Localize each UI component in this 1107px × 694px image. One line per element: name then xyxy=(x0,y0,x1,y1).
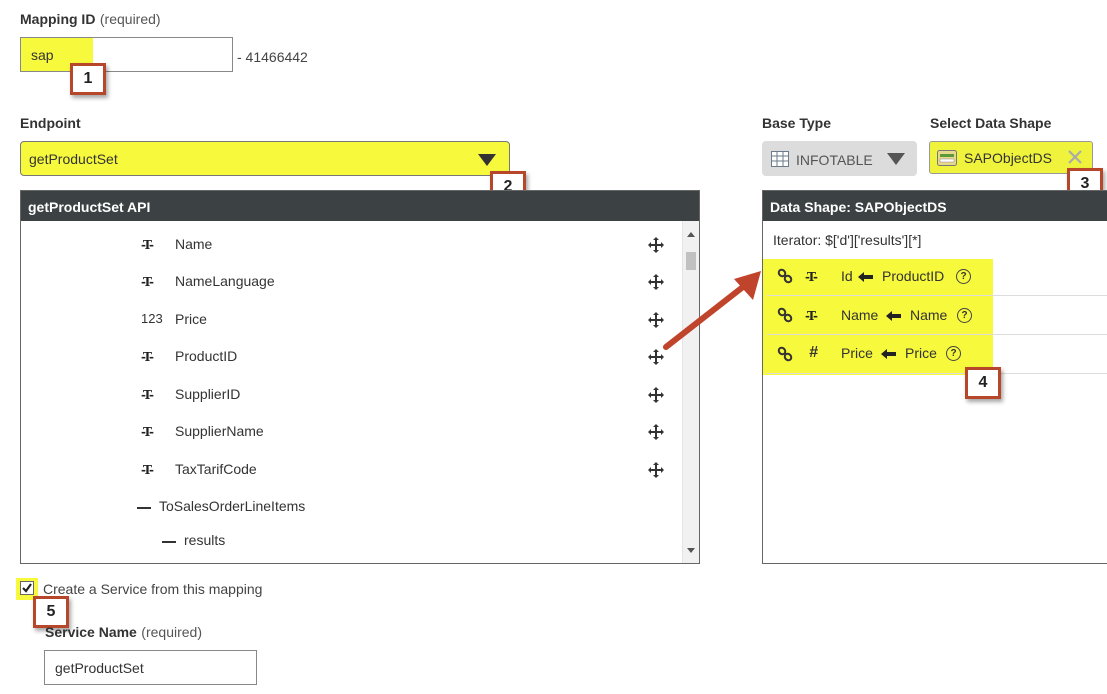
text-type-icon: -T- xyxy=(141,350,154,364)
text-type-icon: -T- xyxy=(805,309,818,323)
base-type-value: INFOTABLE xyxy=(796,152,873,168)
mapping-target: Price xyxy=(841,345,873,361)
mapping-target: Name xyxy=(841,307,879,323)
api-panel-title: getProductSet API xyxy=(21,191,699,221)
scroll-down-arrow[interactable] xyxy=(687,548,695,553)
text-type-icon: -T- xyxy=(141,388,154,402)
link-icon[interactable] xyxy=(777,346,793,362)
api-field-row[interactable]: -T- NameLanguage xyxy=(141,273,671,293)
move-icon[interactable] xyxy=(648,237,664,253)
chevron-down-icon xyxy=(887,153,905,165)
text-type-icon: -T- xyxy=(141,238,154,252)
mapping-target: Id xyxy=(841,268,853,284)
base-type-label: Base Type xyxy=(762,115,831,131)
help-icon[interactable]: ? xyxy=(946,346,961,361)
mapping-row[interactable]: # Price Price ? xyxy=(767,336,1107,374)
mapping-row[interactable]: -T- Id ProductID ? xyxy=(767,258,1107,296)
service-name-label: Service Name (required) xyxy=(45,624,202,640)
select-data-shape-label: Select Data Shape xyxy=(930,115,1052,131)
api-field-name: SupplierName xyxy=(175,423,264,439)
api-field-row[interactable]: -T- SupplierID xyxy=(141,386,671,406)
checkmark-icon xyxy=(22,583,32,593)
api-panel: getProductSet API -T- Name -T- NameLangu… xyxy=(20,190,700,564)
service-name-value: getProductSet xyxy=(55,660,144,676)
api-field-row[interactable]: 123 Price xyxy=(141,311,671,331)
collapse-dash-icon xyxy=(162,541,176,543)
data-shape-panel-title: Data Shape: SAPObjectDS xyxy=(763,191,1107,221)
mapping-id-input[interactable]: sap xyxy=(20,37,233,72)
number-type-icon: # xyxy=(809,344,818,361)
api-field-name: Price xyxy=(175,311,207,327)
chevron-down-icon xyxy=(478,154,496,166)
arrow-left-icon xyxy=(886,311,901,321)
mapping-source: Name xyxy=(910,307,948,323)
text-type-icon: -T- xyxy=(141,463,154,477)
help-icon[interactable]: ? xyxy=(957,308,972,323)
link-icon[interactable] xyxy=(777,268,793,284)
api-field-name: NameLanguage xyxy=(175,273,275,289)
service-name-input[interactable]: getProductSet xyxy=(44,650,257,685)
api-field-name: TaxTarifCode xyxy=(175,461,257,477)
text-type-icon: -T- xyxy=(805,270,818,284)
data-shape-value: SAPObjectDS xyxy=(964,150,1052,166)
collapse-dash-icon xyxy=(137,507,151,509)
callout-badge-4: 4 xyxy=(965,367,1001,399)
arrow-left-icon xyxy=(858,272,873,282)
api-collection-row[interactable]: ToSalesOrderLineItems xyxy=(137,498,437,518)
api-field-row[interactable]: -T- SupplierName xyxy=(141,423,671,443)
move-icon[interactable] xyxy=(648,424,664,440)
table-icon xyxy=(771,151,789,167)
data-shape-panel: Data Shape: SAPObjectDS Iterator: $['d']… xyxy=(762,190,1107,564)
text-type-icon: -T- xyxy=(141,425,154,439)
mapping-source: Price xyxy=(905,345,937,361)
scroll-up-arrow[interactable] xyxy=(687,232,695,237)
api-collection-name: ToSalesOrderLineItems xyxy=(159,498,306,514)
api-field-row[interactable]: -T- TaxTarifCode xyxy=(141,461,671,481)
create-service-checkbox[interactable] xyxy=(20,581,34,595)
endpoint-value: getProductSet xyxy=(29,151,118,167)
iterator-text: Iterator: $['d']['results'][*] xyxy=(773,232,922,248)
arrow-left-icon xyxy=(881,349,896,359)
help-icon[interactable]: ? xyxy=(956,269,971,284)
mapping-id-suffix: - 41466442 xyxy=(237,49,308,65)
clear-icon[interactable] xyxy=(1068,150,1082,164)
mapping-source: ProductID xyxy=(882,268,945,284)
base-type-select[interactable]: INFOTABLE xyxy=(762,141,917,176)
mapping-id-value: sap xyxy=(31,47,54,63)
endpoint-select[interactable]: getProductSet xyxy=(20,141,510,176)
create-service-label[interactable]: Create a Service from this mapping xyxy=(43,581,262,597)
api-collection-row[interactable]: results xyxy=(162,532,462,552)
api-field-name: ProductID xyxy=(175,348,238,364)
number-type-icon: 123 xyxy=(141,311,163,326)
api-field-row[interactable]: -T- Name xyxy=(141,236,671,256)
link-icon[interactable] xyxy=(777,307,793,323)
text-type-icon: -T- xyxy=(141,275,154,289)
api-collection-name: results xyxy=(184,532,226,548)
move-icon[interactable] xyxy=(648,462,664,478)
annotation-arrow xyxy=(663,271,761,350)
mapping-id-label: Mapping ID (required) xyxy=(20,11,161,27)
mapping-row[interactable]: -T- Name Name ? xyxy=(767,297,1107,335)
api-field-row[interactable]: -T- ProductID xyxy=(141,348,671,368)
api-field-name: SupplierID xyxy=(175,386,241,402)
data-shape-icon xyxy=(937,150,957,166)
move-icon[interactable] xyxy=(648,387,664,403)
api-field-name: Name xyxy=(175,236,213,252)
endpoint-label: Endpoint xyxy=(20,115,81,131)
callout-badge-1: 1 xyxy=(70,63,106,95)
